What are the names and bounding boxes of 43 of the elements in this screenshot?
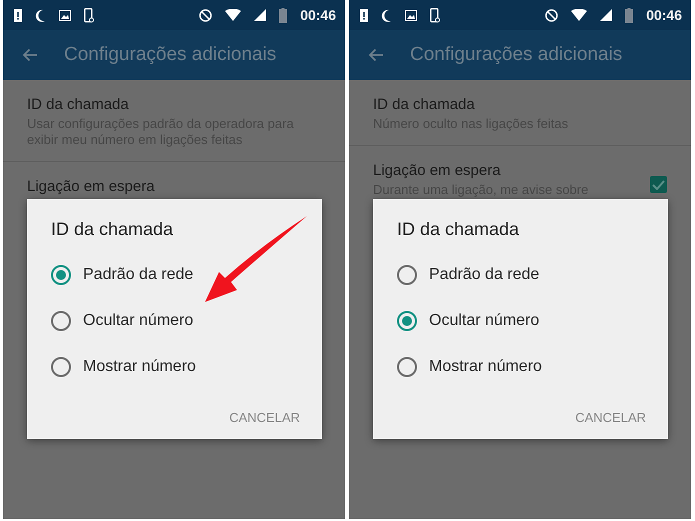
clock-time: 00:46 — [646, 7, 682, 23]
wifi-icon — [571, 9, 588, 21]
screen-title: Configurações adicionais — [410, 44, 622, 66]
moon-icon — [35, 8, 46, 22]
checkbox[interactable] — [650, 176, 667, 193]
battery-icon — [625, 8, 634, 22]
radio-button[interactable] — [397, 265, 417, 285]
moon-icon — [381, 8, 392, 22]
option-label: Padrão da rede — [83, 266, 194, 284]
clock-time: 00:46 — [300, 7, 336, 23]
dialog-title: ID da chamada — [397, 219, 520, 240]
option-label: Ocultar número — [429, 312, 540, 330]
battery-alert-icon — [14, 8, 22, 22]
phone-icon — [430, 8, 440, 22]
back-arrow-icon[interactable] — [22, 48, 38, 62]
wifi-icon — [225, 9, 242, 21]
image-icon — [59, 10, 71, 20]
dialog-title: ID da chamada — [51, 219, 174, 240]
back-arrow-icon[interactable] — [368, 48, 384, 62]
image-icon — [405, 10, 417, 20]
radio-button[interactable] — [51, 357, 71, 377]
setting-title: ID da chamada — [373, 96, 476, 113]
blocked-icon — [545, 8, 558, 22]
setting-title: Ligação em espera — [373, 162, 502, 179]
option-label: Padrão da rede — [429, 266, 540, 284]
radio-button[interactable] — [397, 311, 417, 331]
signal-icon — [254, 9, 266, 21]
setting-title: Ligação em espera — [27, 178, 156, 195]
signal-icon — [600, 9, 612, 21]
battery-icon — [279, 8, 288, 22]
blocked-icon — [199, 8, 212, 22]
radio-button[interactable] — [397, 357, 417, 377]
cancel-button[interactable]: CANCELAR — [575, 406, 646, 429]
setting-title: ID da chamada — [27, 96, 130, 113]
radio-button[interactable] — [51, 311, 71, 331]
option-label: Mostrar número — [429, 358, 542, 376]
screen-title: Configurações adicionais — [64, 44, 276, 66]
battery-alert-icon — [360, 8, 368, 22]
option-label: Ocultar número — [83, 312, 194, 330]
radio-button[interactable] — [51, 265, 71, 285]
option-label: Mostrar número — [83, 358, 196, 376]
cancel-button[interactable]: CANCELAR — [229, 406, 300, 429]
phone-icon — [84, 8, 94, 22]
